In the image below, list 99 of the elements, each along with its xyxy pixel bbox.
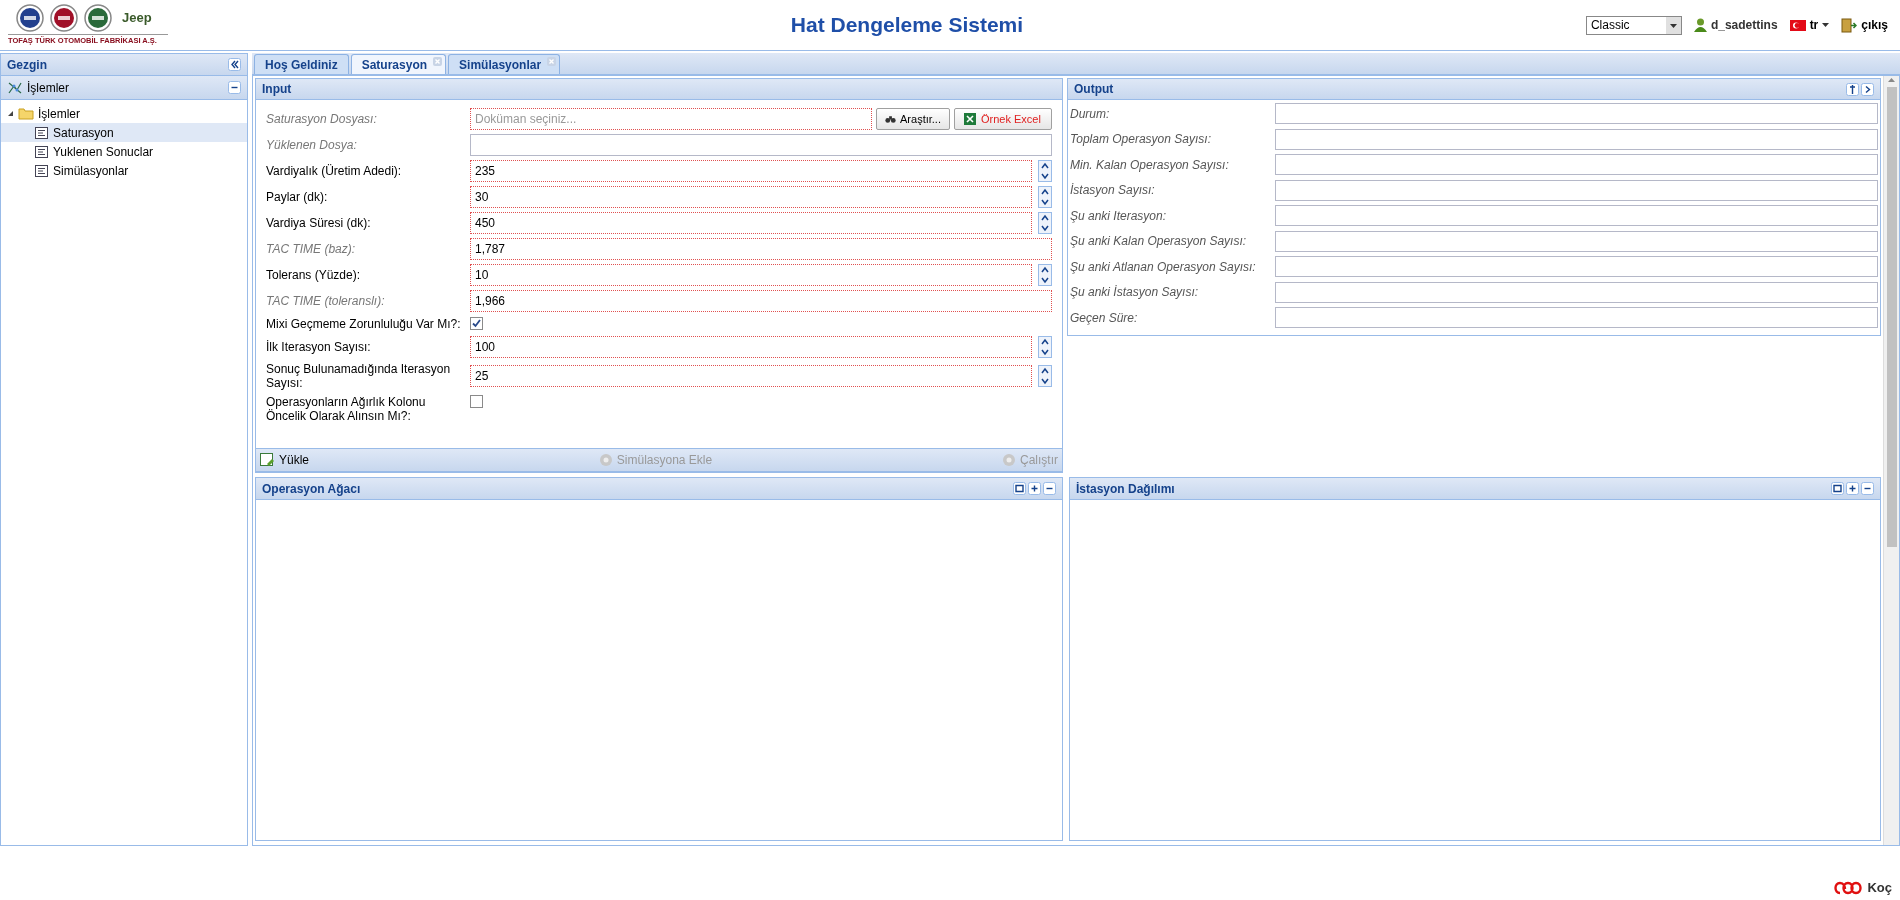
panel-title: Input [262, 81, 292, 98]
input-field[interactable]: 450 [470, 212, 1032, 234]
input-field[interactable]: 25 [470, 365, 1032, 387]
expander-icon [7, 110, 14, 117]
field-label: Toplam Operasyon Sayısı: [1070, 131, 1212, 149]
tab[interactable]: Simülasyonlar [448, 54, 561, 74]
spinner-buttons[interactable] [1038, 186, 1052, 208]
window-icon[interactable] [1831, 482, 1844, 495]
app-title: Hat Dengeleme Sistemi [790, 12, 1024, 39]
flag-icon [1789, 19, 1806, 31]
field-label: Vardiyalık (Üretim Adedi): [266, 164, 403, 178]
tab[interactable]: Saturasyon [350, 54, 447, 74]
excel-icon [963, 112, 977, 126]
koc-logo-icon [1833, 880, 1864, 895]
field-label: Durum: [1070, 105, 1111, 123]
field-label: Şu anki Atlanan Operasyon Sayısı: [1070, 258, 1257, 276]
input-field[interactable]: 30 [470, 186, 1032, 208]
output-field[interactable] [1275, 205, 1878, 227]
input-field[interactable] [470, 134, 1052, 156]
user-icon [1693, 18, 1707, 32]
spinner-buttons[interactable] [1038, 160, 1052, 182]
input-field[interactable]: Doküman seçiniz... [470, 108, 872, 130]
footer-brand: Koç [1867, 879, 1892, 897]
minus-icon[interactable] [1861, 482, 1874, 495]
output-field[interactable] [1275, 281, 1878, 303]
panel-title: Operasyon Ağacı [262, 480, 361, 498]
field-label: Mixi Geçmeme Zorunluluğu Var Mı?: [266, 317, 462, 331]
scrollbar[interactable] [1883, 76, 1899, 845]
window-icon[interactable] [1013, 482, 1026, 495]
field-label: Sonuç Bulunamadığında Iterasyon Sayısı: [266, 362, 452, 390]
caret-icon [1822, 22, 1830, 28]
input-field[interactable]: 1,787 [470, 238, 1052, 260]
logout-button[interactable]: çıkış [1841, 16, 1888, 34]
input-field[interactable]: 1,966 [470, 290, 1052, 312]
panel-title: Output [1074, 81, 1114, 98]
list-icon [35, 164, 48, 177]
field-label: Operasyonların Ağırlık Kolonu Öncelik Olarak Alınsın Mı?: [266, 395, 427, 423]
section-title: İşlemler [27, 79, 69, 97]
field-label: Paylar (dk): [266, 190, 329, 204]
binoculars-icon [885, 113, 897, 125]
output-field[interactable] [1275, 154, 1878, 176]
field-label: İlk Iterasyon Sayısı: [266, 340, 372, 354]
upload-icon [260, 453, 275, 467]
network-icon [7, 80, 23, 95]
tab[interactable]: Hoş Geldiniz [254, 54, 349, 74]
input-field[interactable]: 10 [470, 264, 1032, 286]
minimize-icon[interactable] [228, 81, 241, 94]
emblem-icon [84, 3, 112, 32]
browse-button[interactable]: Araştır... [876, 108, 950, 130]
plus-icon[interactable] [1028, 482, 1041, 495]
list-icon [35, 145, 48, 158]
expand-icon[interactable] [1861, 82, 1874, 96]
sidebar-title: Gezgin [7, 56, 47, 74]
output-field[interactable] [1275, 307, 1878, 329]
spinner-buttons[interactable] [1038, 336, 1052, 358]
spinner-buttons[interactable] [1038, 365, 1052, 387]
field-label: Geçen Süre: [1070, 309, 1139, 327]
emblem-icon [50, 3, 78, 32]
theme-select[interactable]: Classic [1585, 15, 1682, 35]
language-menu[interactable]: tr [1789, 16, 1830, 34]
panel-title: İstasyon Dağılımı [1076, 480, 1175, 498]
pin-icon[interactable] [1846, 82, 1859, 96]
field-label: Min. Kalan Operasyon Sayısı: [1070, 156, 1230, 174]
spinner-buttons[interactable] [1038, 212, 1052, 234]
field-label: Tolerans (Yüzde): [266, 268, 362, 282]
door-icon [1841, 17, 1858, 33]
field-label: TAC TIME (baz): [266, 242, 357, 256]
collapse-icon[interactable] [228, 58, 241, 71]
input-field[interactable]: 100 [470, 336, 1032, 358]
tree-folder[interactable]: İşlemler [1, 104, 247, 123]
toolbar-button[interactable]: Yükle [260, 451, 310, 469]
checkbox[interactable] [470, 317, 483, 330]
tree-item[interactable]: Yuklenen Sonuclar [1, 142, 247, 161]
output-field[interactable] [1275, 103, 1878, 125]
field-label: İstasyon Sayısı: [1070, 182, 1156, 200]
emblem-icon [16, 3, 44, 32]
field-label: Şu anki İstasyon Sayısı: [1070, 284, 1200, 302]
field-label: Şu anki Kalan Operasyon Sayısı: [1070, 233, 1248, 251]
minus-icon[interactable] [1043, 482, 1056, 495]
checkbox[interactable] [470, 395, 483, 408]
tree-item[interactable]: Saturasyon [1, 123, 247, 142]
tree-item[interactable]: Simülasyonlar [1, 161, 247, 180]
field-label: Vardiya Süresi (dk): [266, 216, 372, 230]
spinner-buttons[interactable] [1038, 264, 1052, 286]
output-field[interactable] [1275, 256, 1878, 278]
output-field[interactable] [1275, 128, 1878, 150]
folder-icon [18, 107, 34, 120]
input-field[interactable]: 235 [470, 160, 1032, 182]
list-icon [35, 126, 48, 139]
user-name[interactable]: d_sadettins [1710, 16, 1778, 34]
field-label: TAC TIME (toleranslı): [266, 294, 386, 308]
plus-icon[interactable] [1846, 482, 1859, 495]
brand-name: Jeep [122, 9, 152, 28]
output-field[interactable] [1275, 230, 1878, 252]
sample-excel-button[interactable]: Örnek Excel [954, 108, 1052, 130]
field-label: Yüklenen Dosya: [266, 138, 358, 152]
field-label: Saturasyon Dosyası: [266, 112, 378, 126]
field-label: Şu anki Iterasyon: [1070, 207, 1168, 225]
output-field[interactable] [1275, 179, 1878, 201]
